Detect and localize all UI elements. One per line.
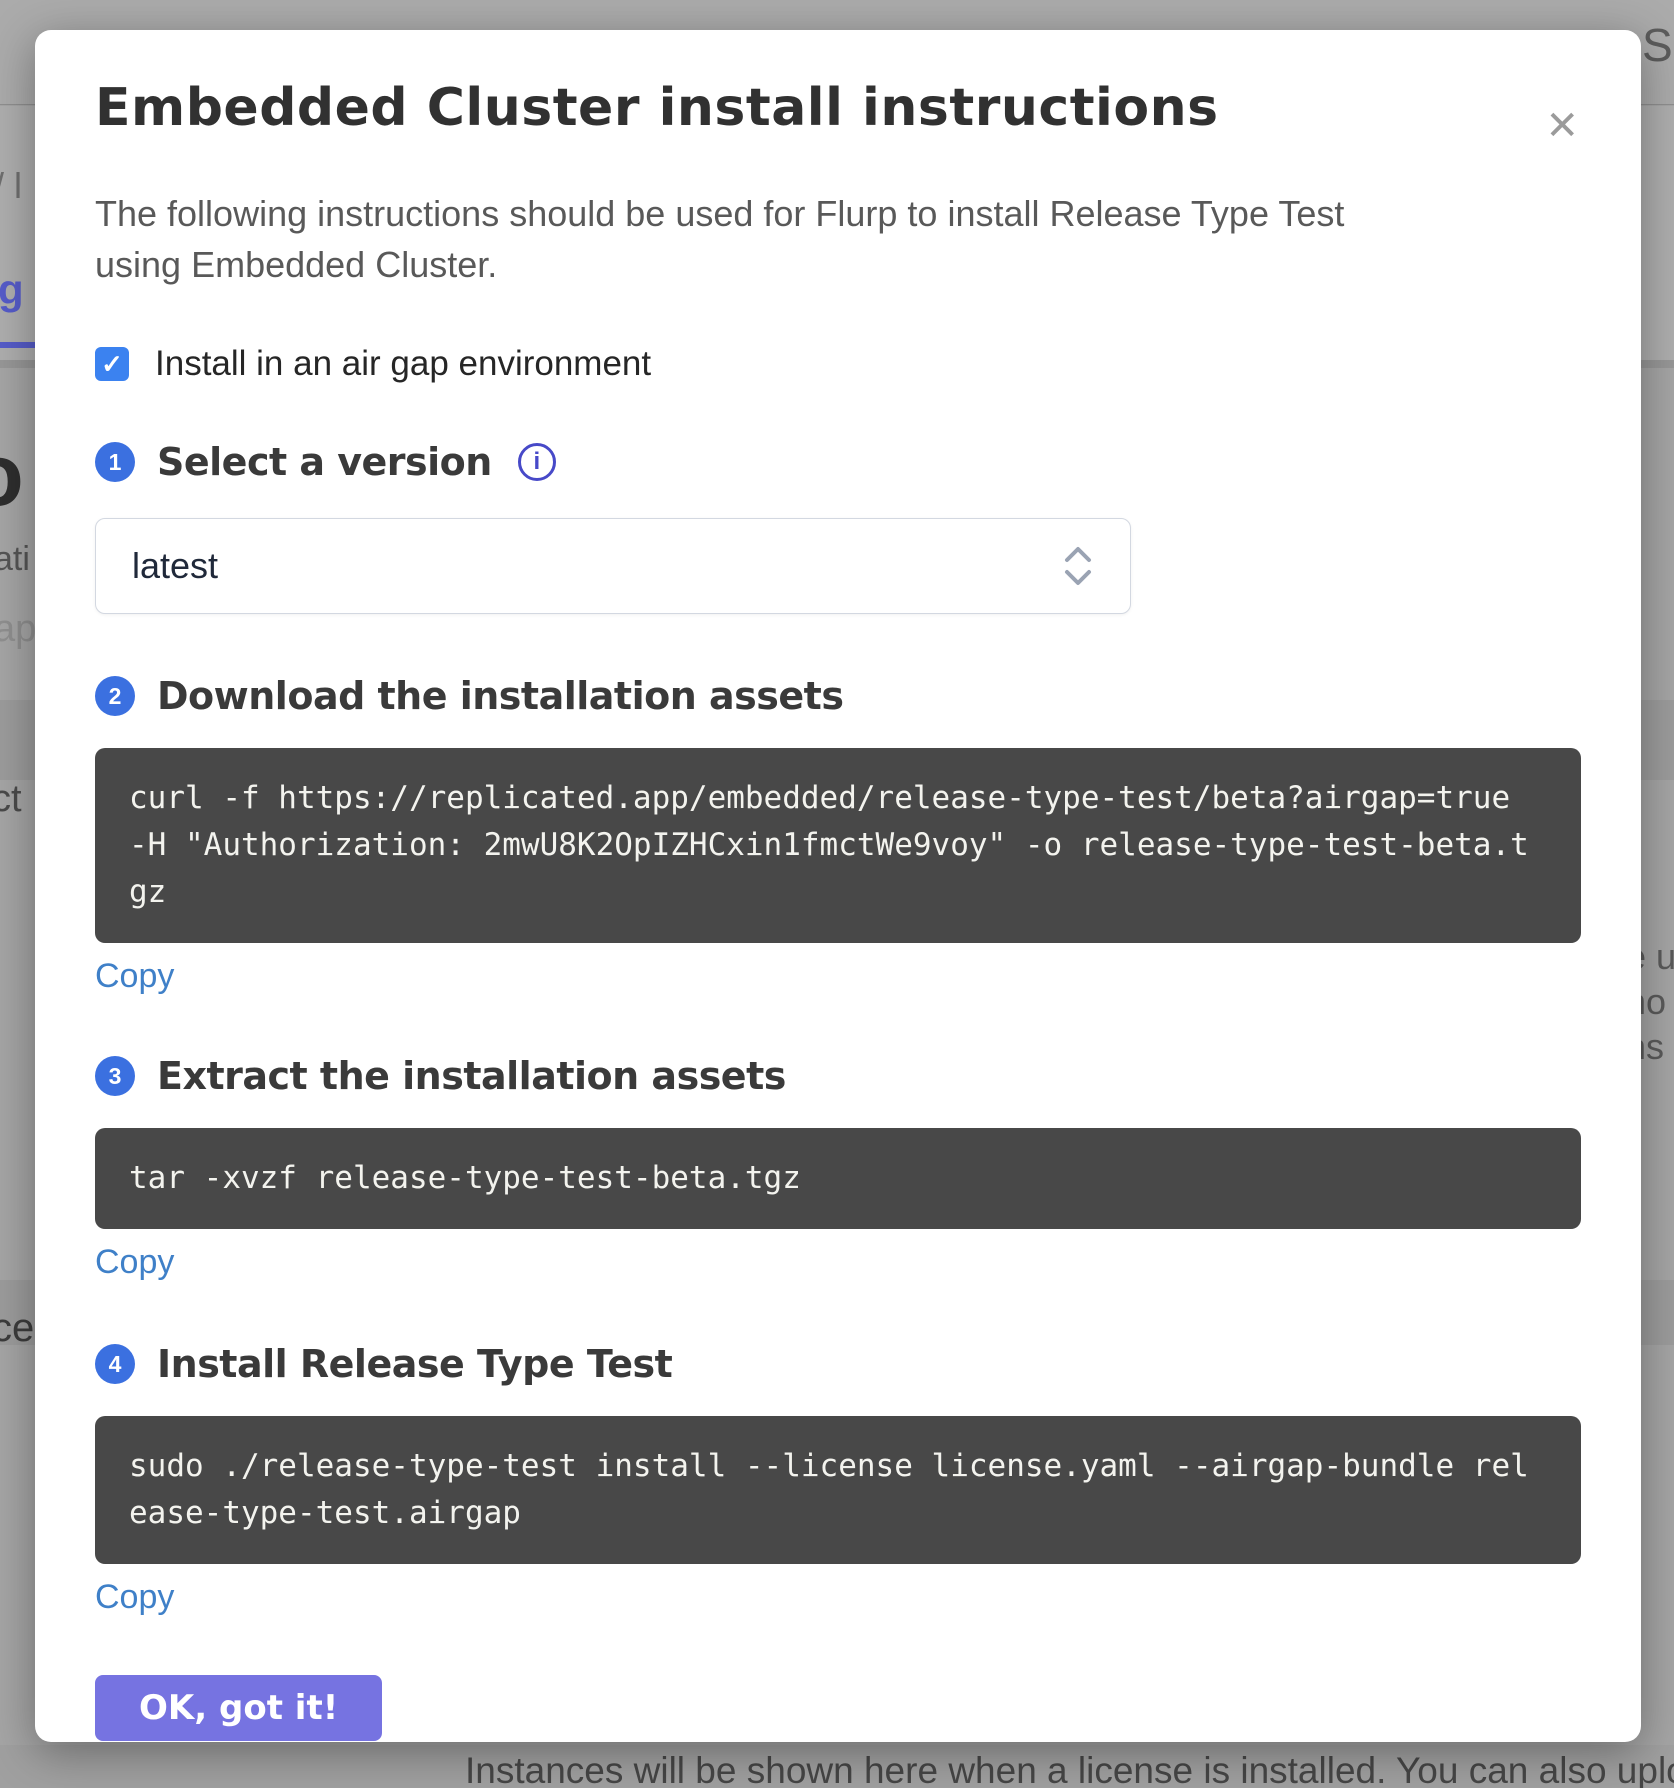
step-2-header: 2 Download the installation assets xyxy=(95,674,1581,718)
close-icon[interactable]: ✕ xyxy=(1545,106,1579,146)
version-select-value: latest xyxy=(132,545,218,587)
step-1-badge: 1 xyxy=(95,442,135,482)
modal-description: The following instructions should be use… xyxy=(95,188,1405,290)
step-4-badge: 4 xyxy=(95,1344,135,1384)
background-text-fragment: S xyxy=(1642,18,1673,72)
breadcrumb-fragment: / l xyxy=(0,165,22,207)
copy-extract-command-link[interactable]: Copy xyxy=(95,1243,174,1282)
active-tab-fragment: g xyxy=(0,266,24,314)
step-3-header: 3 Extract the installation assets xyxy=(95,1054,1581,1098)
copy-download-command-link[interactable]: Copy xyxy=(95,957,174,996)
step-4-header: 4 Install Release Type Test xyxy=(95,1342,1581,1386)
background-text-fragment: ce xyxy=(0,1306,34,1351)
step-3-title: Extract the installation assets xyxy=(157,1054,786,1098)
step-1-title: Select a version xyxy=(157,440,492,484)
checkmark-icon: ✓ xyxy=(101,349,123,380)
ok-got-it-button[interactable]: OK, got it! xyxy=(95,1675,382,1741)
airgap-checkbox[interactable]: ✓ xyxy=(95,347,129,381)
background-text-fragment: ct xyxy=(0,778,22,821)
step-2-badge: 2 xyxy=(95,676,135,716)
info-icon[interactable]: i xyxy=(518,443,556,481)
copy-install-command-link[interactable]: Copy xyxy=(95,1578,174,1617)
background-text-fragment: ap xyxy=(0,608,36,651)
airgap-checkbox-label: Install in an air gap environment xyxy=(155,344,651,384)
active-tab-underline xyxy=(0,342,38,348)
extract-command-code-block: tar -xvzf release-type-test-beta.tgz xyxy=(95,1128,1581,1229)
step-1-header: 1 Select a version i xyxy=(95,440,1581,484)
embedded-cluster-install-modal: Embedded Cluster install instructions ✕ … xyxy=(35,30,1641,1742)
step-3-badge: 3 xyxy=(95,1056,135,1096)
version-select[interactable]: latest xyxy=(95,518,1131,614)
step-2-title: Download the installation assets xyxy=(157,674,843,718)
modal-title: Embedded Cluster install instructions xyxy=(95,78,1581,138)
step-4-title: Install Release Type Test xyxy=(157,1342,672,1386)
install-command-code-block: sudo ./release-type-test install --licen… xyxy=(95,1416,1581,1564)
chevron-up-down-icon xyxy=(1062,543,1094,589)
background-text-fragment: ati xyxy=(0,540,30,579)
airgap-checkbox-row[interactable]: ✓ Install in an air gap environment xyxy=(95,344,1581,384)
instances-empty-state-text: Instances will be shown here when a lice… xyxy=(465,1750,1674,1788)
download-command-code-block: curl -f https://replicated.app/embedded/… xyxy=(95,748,1581,943)
page-title-fragment: o xyxy=(0,424,24,526)
